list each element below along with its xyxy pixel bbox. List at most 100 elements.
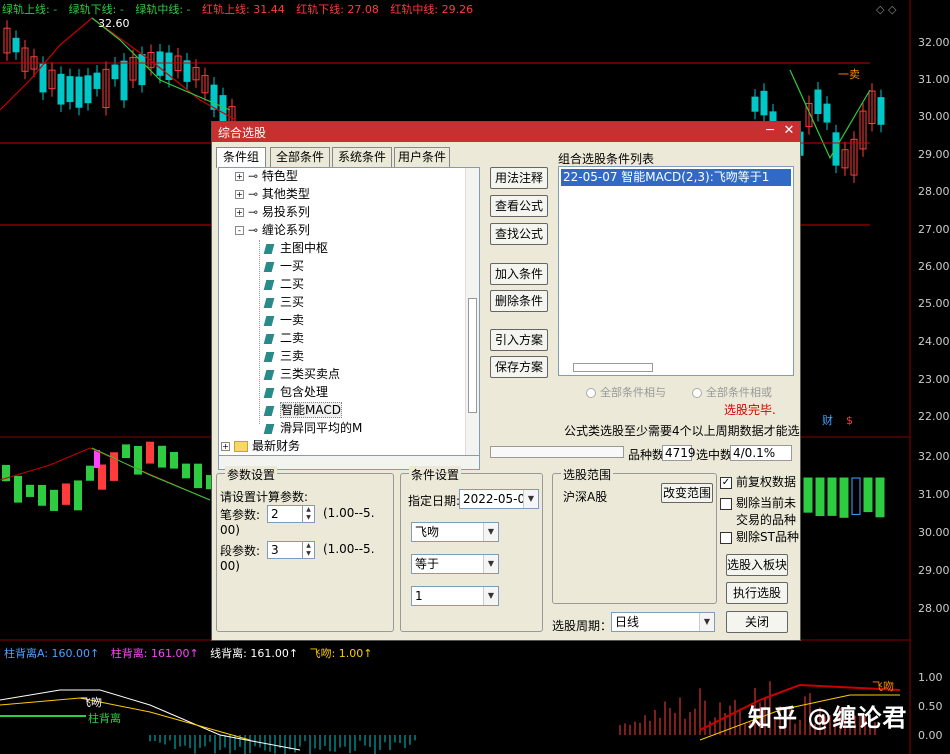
find-formula-button[interactable]: 查找公式 [490, 223, 548, 245]
tree-node[interactable]: 滑异同平均的M [263, 419, 362, 437]
chevron-down-icon[interactable]: ▼ [483, 555, 498, 573]
tree-node[interactable]: 包含处理 [263, 383, 328, 401]
candle [183, 60, 191, 82]
dialog-titlebar[interactable]: 综合选股 ─ ✕ [212, 122, 800, 142]
legend-zhu-bei-li-a: 柱背离A: 160.00↑ [4, 647, 100, 660]
change-range-button[interactable]: 改变范围 [661, 483, 713, 503]
price-axis-label: 28.00 [918, 185, 950, 198]
spinner-arrows-icon[interactable]: ▲ ▼ [302, 506, 314, 522]
tree-node[interactable]: 三类买卖点 [263, 365, 340, 383]
view-formula-button[interactable]: 查看公式 [490, 195, 548, 217]
tree-node-label: 一买 [280, 259, 305, 273]
close-icon[interactable]: ✕ [781, 123, 797, 139]
tree-vertical-scrollbar[interactable] [465, 168, 479, 455]
tab-system-conditions[interactable]: 系统条件 [332, 147, 392, 167]
expand-icon[interactable]: + [235, 190, 244, 199]
radio-or[interactable]: 全部条件相或 [692, 384, 772, 400]
expand-icon[interactable]: + [235, 172, 244, 181]
radio-or-label: 全部条件相或 [706, 386, 772, 399]
candle [57, 73, 65, 105]
checkbox-exclude-st[interactable]: 剔除ST品种 [720, 529, 799, 545]
tree-node[interactable]: 二买 [263, 275, 304, 293]
tree-node[interactable]: + 最新财务 [221, 437, 300, 455]
expand-icon[interactable]: + [221, 442, 230, 451]
tree-node-label: 特色型 [261, 169, 298, 183]
close-dialog-button[interactable]: 关闭 [726, 611, 788, 633]
checkbox-box[interactable] [720, 497, 732, 510]
expand-icon[interactable]: + [235, 208, 244, 217]
tree-node-label: 三买 [280, 295, 305, 309]
signal-value[interactable]: 飞吻 [415, 525, 439, 539]
tree-scroll-thumb[interactable] [468, 298, 477, 413]
checkbox-forward-adjust-label: 前复权数据 [736, 475, 797, 489]
condition-tree[interactable]: + ⊸ 特色型 + ⊸ 其他类型 + ⊸ 易投系列 - ⊸ 缠论系列 主图中枢一买二买三买一卖二… [218, 167, 480, 456]
period-value[interactable]: 日线 [615, 615, 639, 629]
add-condition-button[interactable]: 加入条件 [490, 263, 548, 285]
condition-list-item[interactable]: 22-05-07 智能MACD(2,3):飞吻等于1 [561, 169, 791, 186]
status-text: 选股完毕. [724, 403, 776, 417]
checkbox-box[interactable] [720, 531, 732, 544]
tree-node[interactable]: 一卖 [263, 311, 304, 329]
chevron-down-icon[interactable]: ▼ [699, 613, 714, 631]
import-plan-button[interactable]: 引入方案 [490, 329, 548, 351]
price-axis-label: 28.00 [918, 602, 950, 615]
chevron-down-icon[interactable]: ▼ [483, 523, 498, 541]
tree-node[interactable]: 主图中枢 [263, 239, 328, 257]
requirement-note: 公式类选股至少需要4个以上周期数据才能选出 [564, 424, 812, 438]
candle [823, 103, 831, 123]
formula-icon [263, 387, 275, 398]
tree-node[interactable]: - ⊸ 缠论系列 [235, 221, 310, 239]
value-value[interactable]: 1 [415, 589, 423, 603]
signal-select[interactable]: 飞吻 ▼ [411, 522, 499, 542]
chevron-down-icon[interactable]: ▼ [483, 587, 498, 605]
tab-condition-group[interactable]: 条件组 [216, 147, 266, 168]
bi-param-spinner[interactable]: 2 ▲ ▼ [267, 505, 315, 523]
checkbox-forward-adjust[interactable]: ✓ 前复权数据 [720, 474, 796, 490]
spinner-arrows-icon[interactable]: ▲ ▼ [302, 542, 314, 558]
save-plan-button[interactable]: 保存方案 [490, 356, 548, 378]
tree-node[interactable]: + ⊸ 其他类型 [235, 185, 310, 203]
candle [156, 51, 164, 76]
tab-all-conditions[interactable]: 全部条件 [270, 147, 330, 167]
tree-branch-icon: ⊸ [248, 223, 259, 237]
tree-node[interactable]: 三买 [263, 293, 305, 311]
tree-node[interactable]: 三卖 [263, 347, 304, 365]
tree-node[interactable]: 二卖 [263, 329, 304, 347]
operator-select[interactable]: 等于 ▼ [411, 554, 499, 574]
check-icon[interactable]: ✓ [720, 476, 732, 489]
condition-list[interactable]: 22-05-07 智能MACD(2,3):飞吻等于1 [558, 166, 794, 376]
radio-and[interactable]: 全部条件相与 [586, 384, 666, 400]
tree-node[interactable]: 一买 [263, 257, 305, 275]
chevron-down-icon[interactable]: ▼ [523, 490, 538, 508]
radio-and-circle[interactable] [586, 388, 596, 398]
mid-candle [50, 489, 58, 511]
duan-param-value[interactable]: 3 [271, 543, 279, 557]
finance-marker: 财 [822, 413, 833, 427]
remove-condition-button[interactable]: 删除条件 [490, 290, 548, 312]
bi-param-value[interactable]: 2 [271, 507, 279, 521]
price-axis-label: 23.00 [918, 373, 950, 386]
tree-node[interactable]: 智能MACD [263, 401, 342, 419]
legend-zhu-bei-li: 柱背离: 161.00↑ [110, 647, 199, 660]
tree-branch-icon: ⊸ [248, 169, 259, 183]
duan-param-spinner[interactable]: 3 ▲ ▼ [267, 541, 315, 559]
add-to-block-button[interactable]: 选股入板块 [726, 554, 788, 576]
value-select[interactable]: 1 ▼ [411, 586, 499, 606]
chart-nav-icons[interactable]: ◇ ◇ [876, 3, 896, 16]
period-select[interactable]: 日线 ▼ [611, 612, 715, 632]
condition-list-hscroll[interactable] [573, 363, 653, 372]
radio-or-circle[interactable] [692, 388, 702, 398]
operator-value[interactable]: 等于 [415, 557, 439, 571]
tree-node[interactable]: + ⊸ 易投系列 [235, 203, 310, 221]
formula-icon [263, 243, 275, 254]
mid-candle [158, 445, 166, 468]
run-screen-button[interactable]: 执行选股 [726, 582, 788, 604]
tab-user-conditions[interactable]: 用户条件 [394, 147, 450, 167]
checkbox-exclude-untraded[interactable]: 剔除当前未 [720, 495, 796, 511]
date-picker[interactable]: 2022-05-07 ▼ [459, 489, 539, 509]
expand-icon[interactable]: - [235, 226, 244, 235]
usage-notes-button[interactable]: 用法注释 [490, 167, 548, 189]
candle [219, 95, 227, 125]
tree-node[interactable]: + ⊸ 特色型 [235, 168, 298, 185]
minimize-icon[interactable]: ─ [762, 123, 778, 139]
